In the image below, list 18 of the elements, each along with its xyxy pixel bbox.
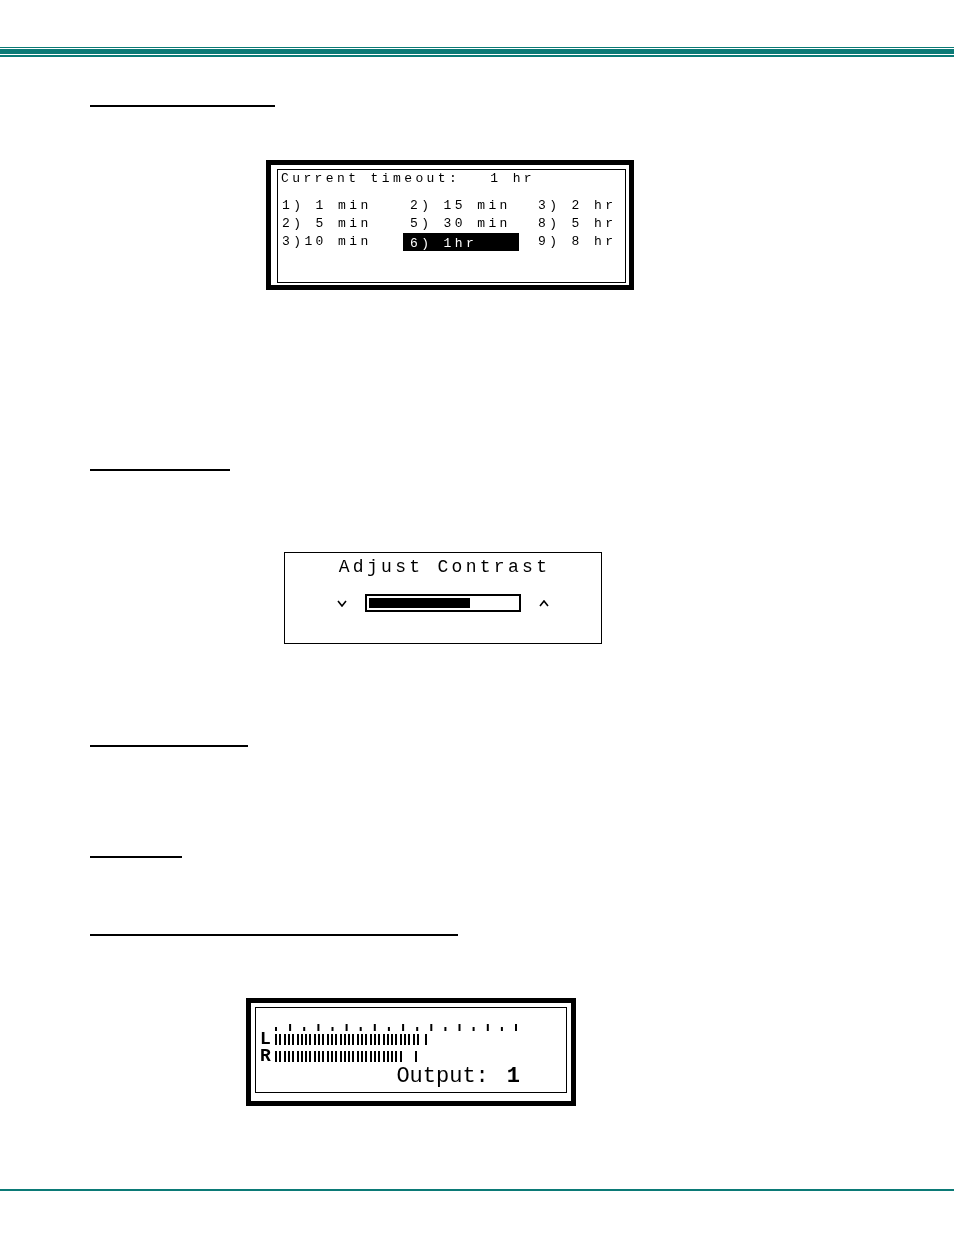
output-label: Output: — [396, 1065, 489, 1089]
menu-option[interactable]: 5) 30 min — [403, 215, 519, 233]
chevron-up-icon — [539, 599, 549, 607]
output-value: 1 — [506, 1065, 520, 1089]
menu-option[interactable]: 8) 5 hr — [534, 215, 625, 233]
menu-option[interactable]: 6) 1hr — [403, 233, 519, 251]
timeout-label: Current timeout: — [280, 170, 461, 188]
menu-option[interactable]: 9) 8 hr — [534, 233, 625, 251]
menu-option[interactable]: 3)10 min — [278, 233, 403, 251]
menu-option[interactable]: 2) 5 min — [278, 215, 403, 233]
menu-option[interactable]: 3) 2 hr — [534, 197, 625, 215]
screen-title: Adjust Contrast — [337, 557, 551, 577]
menu-option[interactable]: 1) 1 min — [278, 197, 403, 215]
chevron-down-icon — [337, 599, 347, 607]
channel-label: L — [260, 1031, 272, 1048]
timeout-value: 1 hr — [490, 170, 536, 188]
menu-option[interactable]: 2) 15 min — [403, 197, 519, 215]
channel-label: R — [260, 1048, 272, 1065]
